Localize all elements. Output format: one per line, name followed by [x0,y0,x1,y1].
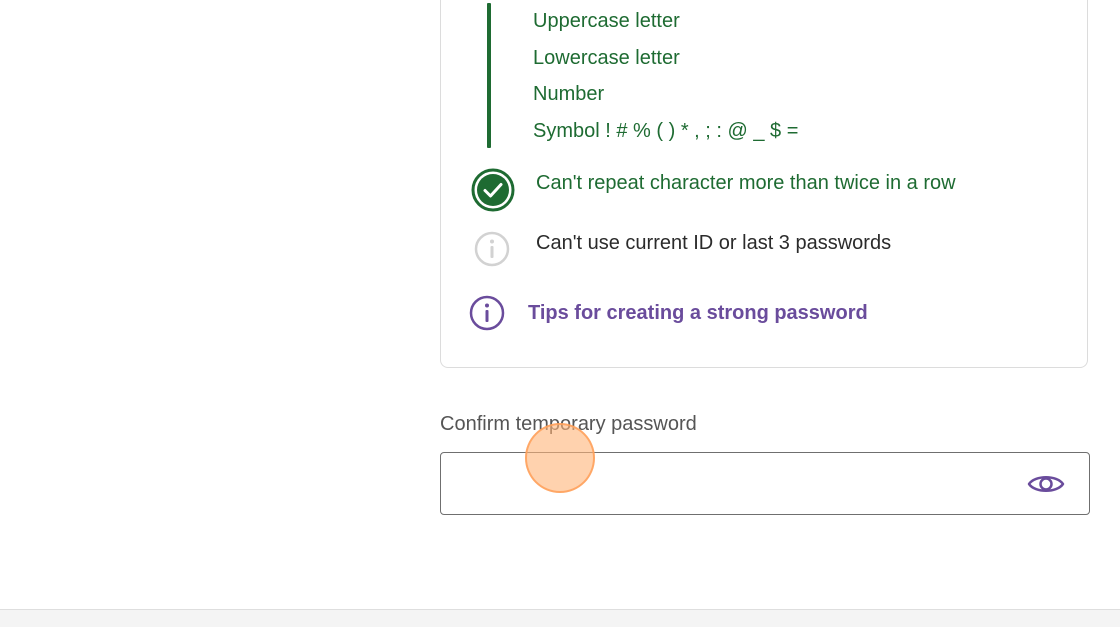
info-icon [474,231,510,267]
eye-icon [1027,476,1065,492]
page-footer-bar [0,609,1120,627]
tips-strong-password-link[interactable]: Tips for creating a strong password [528,301,868,325]
rule-no-repeat-characters: Can't repeat character more than twice i… [536,172,956,194]
confirm-password-input[interactable] [453,461,1017,508]
confirm-password-field[interactable] [440,452,1090,515]
confirm-password-label: Confirm temporary password [440,413,697,435]
requirement-uppercase: Uppercase letter [533,10,680,32]
rule-no-reuse-password: Can't use current ID or last 3 passwords [536,232,892,254]
info-icon [469,295,505,331]
requirement-number: Number [533,83,605,105]
check-circle-icon [471,168,515,212]
show-password-button[interactable] [1025,463,1067,505]
requirement-symbol: Symbol ! # % ( ) * , ; : @ _ $ = [533,120,799,142]
password-form-page: Uppercase letter Lowercase letter Number… [0,0,1120,627]
requirement-lowercase: Lowercase letter [533,47,680,69]
character-types-rule-bar [487,3,491,148]
